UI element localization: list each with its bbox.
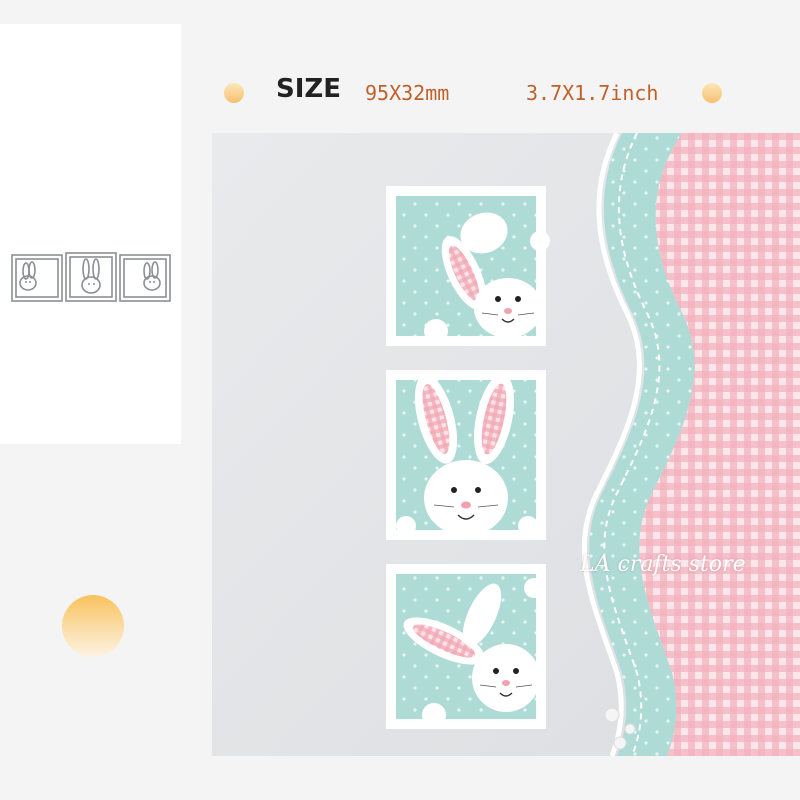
decor-dot-left	[224, 83, 244, 103]
bunny-square-1	[386, 186, 550, 346]
store-watermark: LA crafts store	[580, 552, 746, 577]
bunny-square-2	[386, 370, 546, 540]
decor-dot-right	[702, 83, 722, 103]
size-metric: 95X32mm	[365, 81, 450, 105]
decor-large-dot	[62, 595, 124, 657]
bunny-square-3	[386, 564, 546, 729]
size-label: SIZE	[276, 74, 342, 104]
metal-die-thumbnail	[11, 252, 171, 302]
size-imperial: 3.7X1.7inch	[526, 81, 659, 105]
product-photo	[212, 133, 800, 756]
product-thumbnail-panel	[0, 24, 181, 444]
